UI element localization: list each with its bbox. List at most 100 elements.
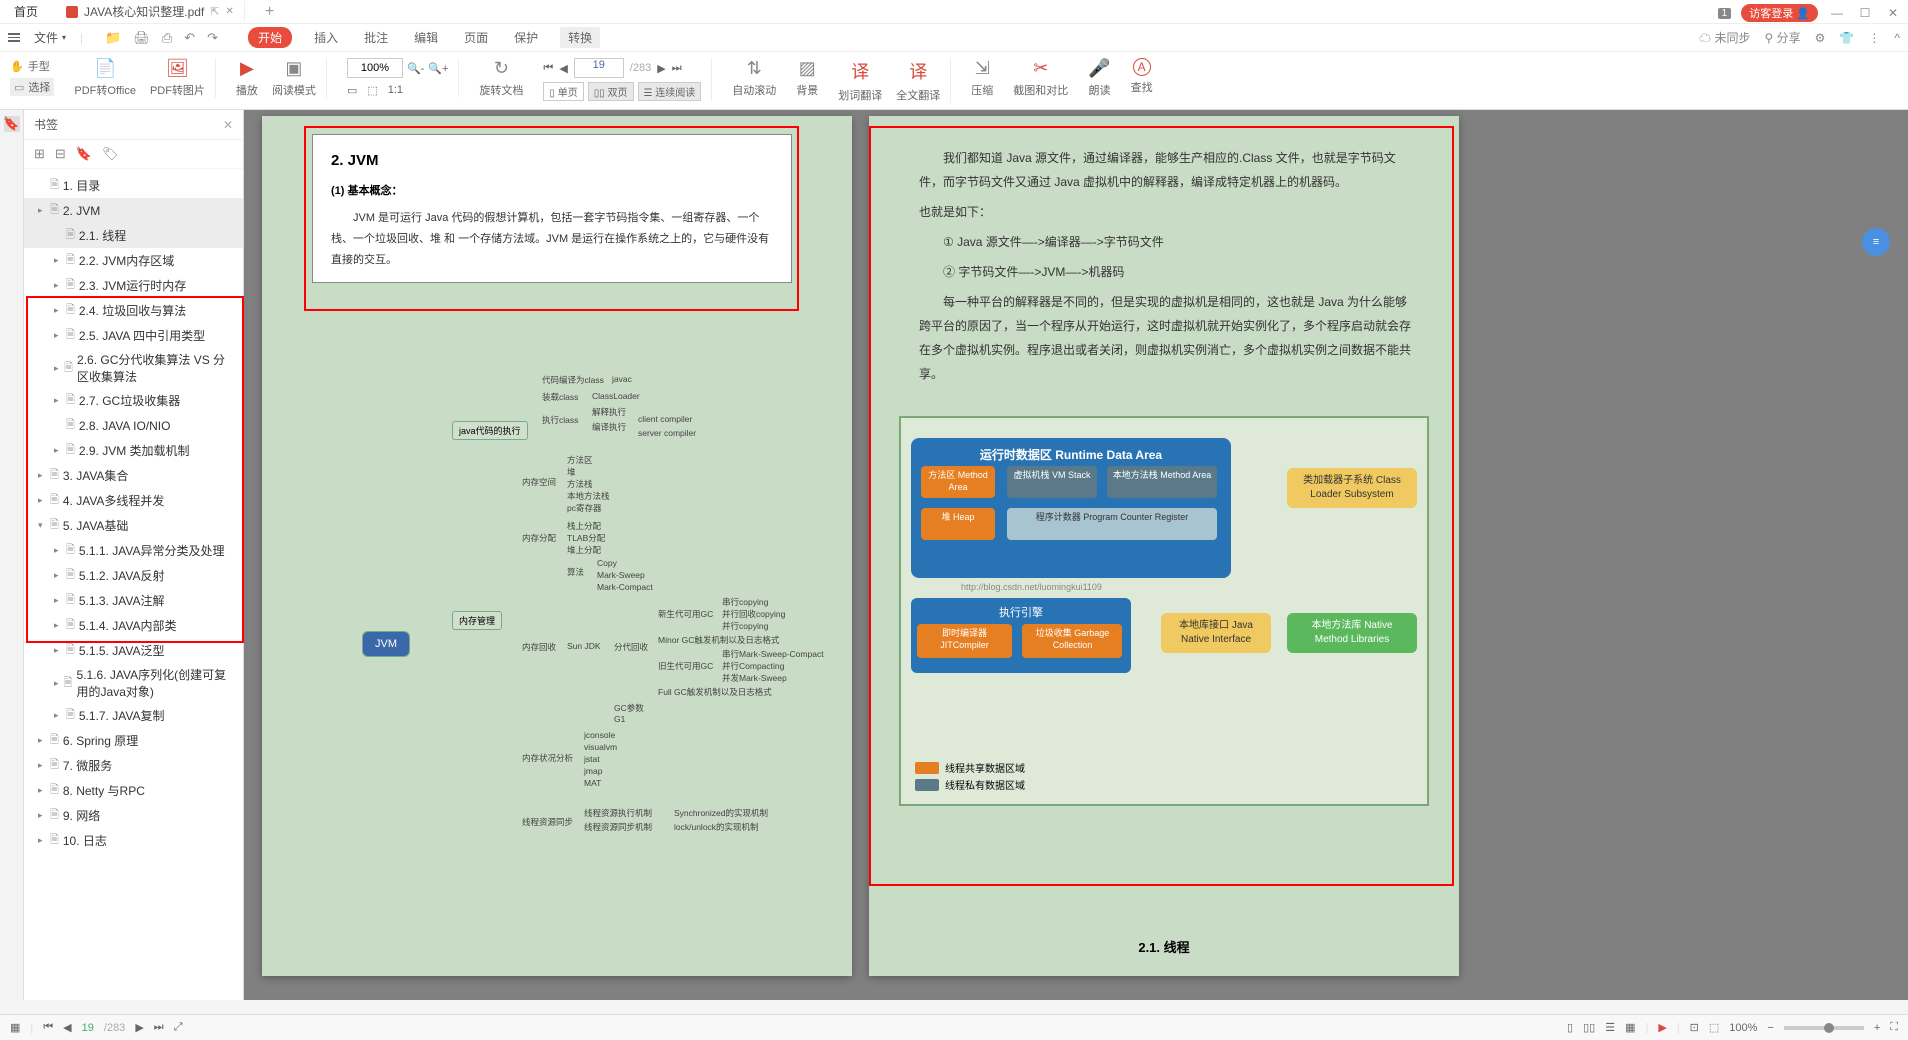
menu-start[interactable]: 开始: [248, 27, 292, 48]
bookmark-item[interactable]: 🗎1. 目录: [24, 173, 243, 198]
compress[interactable]: ⇲压缩: [971, 58, 993, 98]
sb-view3-icon[interactable]: ☰: [1605, 1021, 1615, 1034]
sb-zoom-out-icon[interactable]: −: [1767, 1022, 1773, 1034]
page-input[interactable]: 19: [574, 58, 624, 78]
bookmark-item[interactable]: ▸🗎5.1.2. JAVA反射: [24, 563, 243, 588]
find[interactable]: A查找: [1131, 58, 1153, 95]
bookmark-item[interactable]: ▸🗎2.4. 垃圾回收与算法: [24, 298, 243, 323]
sb-zoom-in-icon[interactable]: +: [1874, 1022, 1880, 1034]
bookmark-item[interactable]: ▸🗎2.6. GC分代收集算法 VS 分区收集算法: [24, 348, 243, 388]
home-tab[interactable]: 首页: [6, 1, 46, 22]
sb-page-current[interactable]: 19: [82, 1022, 94, 1034]
fit-width-icon[interactable]: ▭: [347, 84, 357, 97]
sb-fullscreen-icon[interactable]: ⛶: [1890, 1021, 1898, 1034]
word-translate[interactable]: 译划词翻译: [838, 58, 882, 103]
more-icon[interactable]: ⋮: [1868, 31, 1880, 45]
maximize-icon[interactable]: ☐: [1856, 4, 1874, 22]
sb-first-icon[interactable]: ⏮: [43, 1021, 53, 1034]
read-mode[interactable]: ▣阅读模式: [272, 58, 316, 98]
menu-convert[interactable]: 转换: [560, 27, 600, 48]
gear-icon[interactable]: ⚙: [1815, 31, 1826, 45]
compare[interactable]: ✂截图和对比: [1013, 58, 1068, 98]
zoom-out-icon[interactable]: 🔍-: [407, 62, 424, 75]
bookmark-item[interactable]: ▸🗎2.9. JVM 类加载机制: [24, 438, 243, 463]
sb-view2-icon[interactable]: ▯▯: [1583, 1021, 1595, 1034]
auto-scroll[interactable]: ⇅自动滚动: [732, 58, 776, 98]
skin-icon[interactable]: 👕: [1839, 31, 1854, 45]
single-page[interactable]: ▯ 单页: [543, 82, 583, 101]
sb-zoom-value[interactable]: 100%: [1729, 1022, 1757, 1034]
bookmark-item[interactable]: ▸🗎5.1.6. JAVA序列化(创建可复用的Java对象): [24, 663, 243, 703]
bookmark-item[interactable]: 🗎2.8. JAVA IO/NIO: [24, 413, 243, 438]
sb-fit2-icon[interactable]: ⬚: [1709, 1021, 1719, 1034]
sidebar-close-icon[interactable]: ✕: [223, 118, 233, 132]
collapse-ribbon-icon[interactable]: ^: [1894, 31, 1900, 45]
bookmark-item[interactable]: ▾🗎5. JAVA基础: [24, 513, 243, 538]
play-button[interactable]: ▶播放: [236, 58, 258, 98]
file-menu[interactable]: 文件 ▾: [34, 29, 66, 46]
menu-edit[interactable]: 编辑: [410, 27, 442, 48]
continuous-read[interactable]: ☰ 连续阅读: [638, 82, 702, 101]
login-button[interactable]: 访客登录 👤: [1741, 4, 1818, 22]
prev-page-icon[interactable]: ◀: [559, 62, 567, 75]
background[interactable]: ▨背景: [796, 58, 818, 98]
bookmark-item[interactable]: ▸🗎3. JAVA集合: [24, 463, 243, 488]
hand-tool[interactable]: ✋手型: [10, 58, 54, 74]
new-tab-button[interactable]: +: [255, 3, 284, 21]
double-page[interactable]: ▯▯ 双页: [588, 82, 634, 101]
bookmark-panel-icon[interactable]: 🔖: [4, 116, 20, 132]
first-page-icon[interactable]: ⏮: [543, 62, 553, 75]
bookmark-item[interactable]: ▸🗎5.1.5. JAVA泛型: [24, 638, 243, 663]
pdf-to-office[interactable]: 📄PDF转Office: [74, 58, 136, 98]
actual-size-icon[interactable]: 1:1: [388, 84, 403, 97]
sb-last-icon[interactable]: ⏭: [154, 1021, 164, 1034]
bookmark-item[interactable]: ▸🗎4. JAVA多线程并发: [24, 488, 243, 513]
sb-play-icon[interactable]: ▶: [1658, 1021, 1666, 1034]
full-translate[interactable]: 译全文翻译: [896, 58, 940, 103]
bookmark-item[interactable]: ▸🗎6. Spring 原理: [24, 728, 243, 753]
sb-view1-icon[interactable]: ▯: [1567, 1021, 1573, 1034]
sb-zoom-slider[interactable]: [1784, 1026, 1864, 1030]
open-icon[interactable]: 📁: [105, 30, 121, 46]
close-window-icon[interactable]: ✕: [1884, 4, 1902, 22]
sb-next-icon[interactable]: ▶: [135, 1021, 143, 1034]
bookmark-item[interactable]: ▸🗎5.1.3. JAVA注解: [24, 588, 243, 613]
bookmark-item[interactable]: ▸🗎2. JVM: [24, 198, 243, 223]
bookmark-item[interactable]: ▸🗎10. 日志: [24, 828, 243, 853]
select-tool[interactable]: ▭选择: [10, 78, 54, 96]
print2-icon[interactable]: ⎙: [162, 30, 172, 46]
zoom-in-icon[interactable]: 🔍+: [428, 62, 448, 75]
menu-protect[interactable]: 保护: [510, 27, 542, 48]
sb-thumbnails-icon[interactable]: ▦: [10, 1021, 20, 1034]
menu-insert[interactable]: 插入: [310, 27, 342, 48]
zoom-input[interactable]: [347, 58, 403, 78]
bookmark-item[interactable]: ▸🗎5.1.4. JAVA内部类: [24, 613, 243, 638]
fit-page-icon[interactable]: ⬚: [367, 84, 377, 97]
bookmark-item[interactable]: ▸🗎5.1.7. JAVA复制: [24, 703, 243, 728]
redo-icon[interactable]: ↷: [207, 30, 218, 46]
collapse-all-icon[interactable]: ⊟: [55, 146, 66, 162]
pdf-to-image[interactable]: 🖼PDF转图片: [150, 58, 205, 98]
minimize-icon[interactable]: —: [1828, 4, 1846, 22]
bookmark-item[interactable]: ▸🗎2.5. JAVA 四中引用类型: [24, 323, 243, 348]
bookmark-item[interactable]: ▸🗎8. Netty 与RPC: [24, 778, 243, 803]
bookmark-item[interactable]: ▸🗎7. 微服务: [24, 753, 243, 778]
add-bookmark-icon[interactable]: 🔖: [76, 146, 92, 162]
read-aloud[interactable]: 🎤朗读: [1088, 58, 1110, 98]
share-button[interactable]: ⚲ 分享: [1765, 29, 1801, 46]
tab-pin-icon[interactable]: ⇱: [210, 5, 219, 18]
document-tab[interactable]: JAVA核心知识整理.pdf ⇱ ✕: [56, 1, 245, 22]
notif-badge[interactable]: 1: [1718, 8, 1732, 19]
rotate-button[interactable]: ↻旋转文档: [479, 58, 523, 98]
sync-status[interactable]: ☁ 未同步: [1699, 29, 1750, 46]
bookmark-item[interactable]: 🗎2.1. 线程: [24, 223, 243, 248]
close-icon[interactable]: ✕: [225, 6, 233, 17]
bookmark-icon[interactable]: 🏷: [102, 146, 119, 162]
bookmark-item[interactable]: ▸🗎5.1.1. JAVA异常分类及处理: [24, 538, 243, 563]
bookmark-item[interactable]: ▸🗎2.7. GC垃圾收集器: [24, 388, 243, 413]
expand-all-icon[interactable]: ⊞: [34, 146, 45, 162]
document-viewport[interactable]: 2. JVM (1) 基本概念： JVM 是可运行 Java 代码的假想计算机，…: [244, 110, 1908, 1000]
undo-icon[interactable]: ↶: [184, 30, 195, 46]
sb-expand-icon[interactable]: ⤢: [174, 1021, 183, 1034]
print-icon[interactable]: 🖨: [133, 30, 150, 46]
